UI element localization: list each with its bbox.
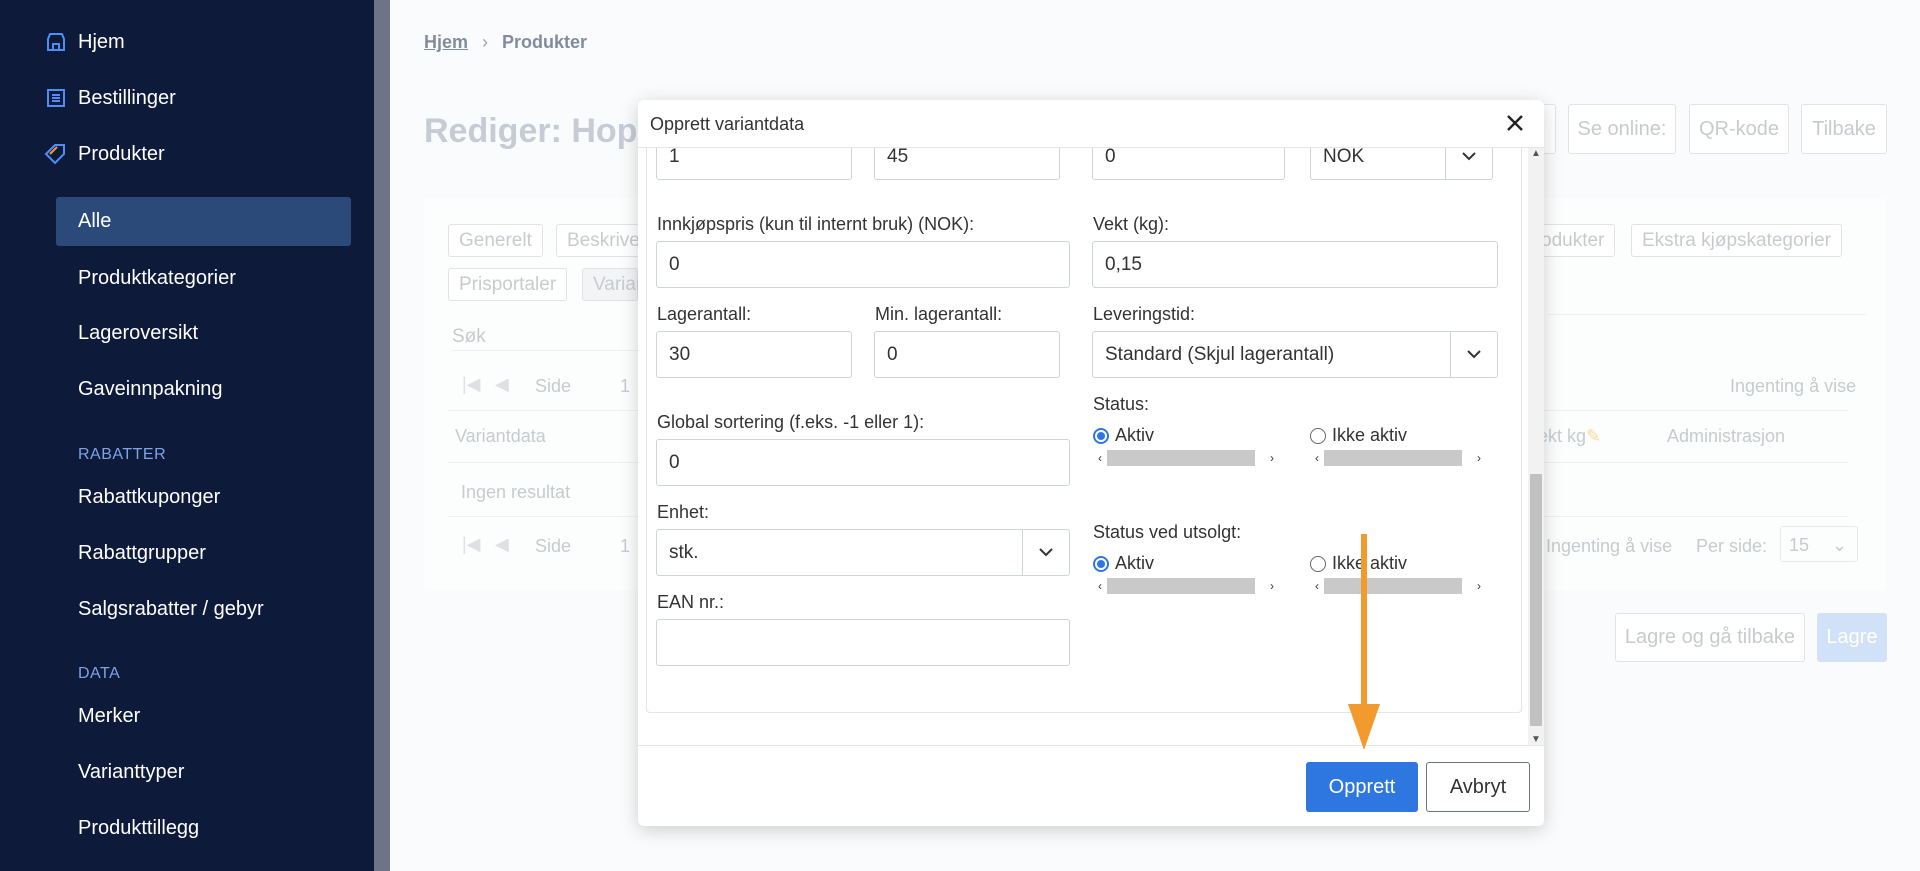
create-button[interactable]: Opprett: [1306, 762, 1418, 812]
sidebar-item-home[interactable]: Hjem: [44, 30, 125, 54]
radio-checked-icon: [1093, 555, 1109, 572]
chevron-down-icon: [1445, 148, 1492, 179]
unit-label: Enhet:: [657, 502, 710, 522]
tag-icon: [44, 142, 68, 166]
purchase-price-input[interactable]: 0: [656, 241, 1070, 288]
cancel-button[interactable]: Avbryt: [1426, 762, 1530, 812]
currency-select[interactable]: NOK: [1310, 148, 1493, 180]
top-field-3[interactable]: 0: [1092, 148, 1285, 180]
annotation-arrow-icon: [1348, 534, 1380, 750]
status-active-scrollbar[interactable]: ‹ ›: [1093, 449, 1279, 467]
purchase-price-label: Innkjøpspris (kun til internt bruk) (NOK…: [657, 214, 975, 234]
sort-label: Global sortering (f.eks. -1 eller 1):: [657, 412, 925, 432]
sidebar-item-brands[interactable]: Merker: [78, 705, 140, 728]
sort-input[interactable]: 0: [656, 439, 1070, 486]
ean-label: EAN nr.:: [657, 592, 725, 612]
variant-form: 1 45 0 NOK Innkjøpspris (kun til internt…: [646, 148, 1522, 713]
modal-header: Opprett variantdata: [638, 100, 1544, 148]
top-field-2[interactable]: 45: [874, 148, 1060, 180]
status-inactive-scrollbar[interactable]: ‹ ›: [1310, 449, 1486, 467]
modal-title: Opprett variantdata: [650, 114, 805, 134]
sidebar-item-sales-discounts[interactable]: Salgsrabatter / gebyr: [78, 598, 264, 621]
sidebar-item-discount-groups[interactable]: Rabattgrupper: [78, 542, 206, 565]
chevron-down-icon: [1022, 530, 1069, 575]
scroll-thumb[interactable]: [1530, 474, 1542, 726]
create-variant-modal: Opprett variantdata 1 45 0 NOK Innkjøpsp…: [638, 100, 1544, 826]
delivery-label: Leveringstid:: [1093, 304, 1196, 324]
sidebar-item-all[interactable]: Alle: [78, 210, 111, 233]
unit-select[interactable]: stk.: [656, 529, 1070, 576]
sidebar-item-coupons[interactable]: Rabattkuponger: [78, 486, 220, 509]
sidebar-edge: [374, 0, 390, 871]
sidebar: Hjem Bestillinger Produkter Alle Produkt…: [0, 0, 374, 871]
sidebar-section-data: DATA: [78, 665, 121, 682]
sidebar-item-product-categories[interactable]: Produktkategorier: [78, 267, 236, 290]
soldout-inactive-scrollbar[interactable]: ‹ ›: [1310, 577, 1486, 595]
status-label: Status:: [1093, 394, 1150, 414]
scroll-down-icon[interactable]: ▼: [1528, 734, 1544, 745]
modal-footer: Opprett Avbryt: [638, 745, 1544, 826]
weight-input[interactable]: 0,15: [1092, 241, 1498, 288]
list-icon: [44, 86, 68, 110]
modal-vertical-scrollbar[interactable]: ▲ ▼: [1528, 148, 1544, 745]
modal-body: 1 45 0 NOK Innkjøpspris (kun til internt…: [638, 148, 1544, 745]
stock-label: Lagerantall:: [657, 304, 752, 324]
radio-unchecked-icon: [1310, 555, 1326, 572]
soldout-active-radio[interactable]: Aktiv: [1093, 553, 1154, 574]
min-stock-input[interactable]: 0: [874, 331, 1060, 378]
sidebar-item-variant-types[interactable]: Varianttyper: [78, 761, 184, 784]
min-stock-label: Min. lagerantall:: [875, 304, 1003, 324]
store-icon: [44, 30, 68, 54]
sidebar-item-stock-overview[interactable]: Lageroversikt: [78, 322, 198, 345]
sidebar-item-orders[interactable]: Bestillinger: [44, 86, 176, 110]
radio-checked-icon: [1093, 427, 1109, 444]
weight-label: Vekt (kg):: [1093, 214, 1170, 234]
sidebar-section-discounts: RABATTER: [78, 446, 167, 463]
close-icon[interactable]: [1502, 110, 1528, 136]
sidebar-item-products[interactable]: Produkter: [44, 142, 165, 166]
ean-input[interactable]: [656, 619, 1070, 666]
sidebar-item-product-addons[interactable]: Produkttillegg: [78, 817, 199, 840]
radio-unchecked-icon: [1310, 427, 1326, 444]
stock-input[interactable]: 30: [656, 331, 852, 378]
top-field-1[interactable]: 1: [656, 148, 852, 180]
status-inactive-radio[interactable]: Ikke aktiv: [1310, 425, 1407, 446]
sidebar-item-gift-wrapping[interactable]: Gaveinnpakning: [78, 378, 223, 401]
soldout-active-scrollbar[interactable]: ‹ ›: [1093, 577, 1279, 595]
chevron-down-icon: [1450, 332, 1497, 377]
delivery-select[interactable]: Standard (Skjul lagerantall): [1092, 331, 1498, 378]
status-active-radio[interactable]: Aktiv: [1093, 425, 1154, 446]
scroll-up-icon[interactable]: ▲: [1528, 148, 1544, 159]
soldout-status-label: Status ved utsolgt:: [1093, 522, 1242, 542]
